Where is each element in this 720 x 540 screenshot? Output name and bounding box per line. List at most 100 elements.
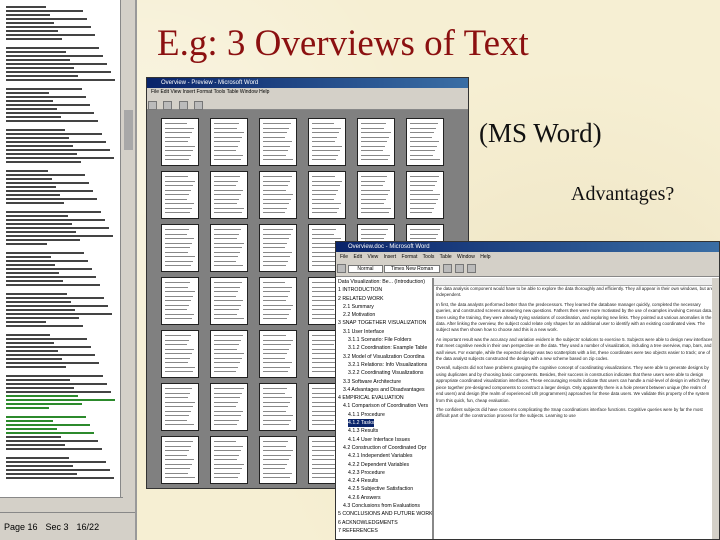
docmap-item[interactable]: 4.1 Comparison of Coordination Vers — [336, 402, 432, 410]
preview-page[interactable] — [210, 224, 248, 272]
preview-menu-bar[interactable]: File Edit View Insert Format Tools Table… — [147, 88, 468, 97]
preview-page[interactable] — [210, 383, 248, 431]
preview-page[interactable] — [161, 383, 199, 431]
docmap-item[interactable]: 5 CONCLUSIONS AND FUTURE WORK — [336, 510, 432, 518]
docmap-item[interactable]: 3.2.2 Coordinating Visualizations — [336, 369, 432, 377]
docmap-item[interactable]: 4.2.4 Results — [336, 477, 432, 485]
scroll-thumb[interactable] — [124, 110, 133, 150]
preview-page[interactable] — [161, 118, 199, 166]
preview-page[interactable] — [406, 171, 444, 219]
docmap-item[interactable]: Data Visualization: Be... (Introduction) — [336, 278, 432, 286]
preview-page[interactable] — [308, 171, 346, 219]
preview-page[interactable] — [161, 224, 199, 272]
docmap-item[interactable]: 3.2.1 Relations: Info Visualizations — [336, 361, 432, 369]
preview-page[interactable] — [161, 171, 199, 219]
preview-page[interactable] — [357, 118, 395, 166]
docmap-item[interactable]: 4.1.3 Results — [336, 427, 432, 435]
menu-view[interactable]: View — [367, 254, 378, 260]
menu-insert[interactable]: Insert — [384, 254, 397, 260]
page-text-line — [165, 441, 193, 442]
page-text-line — [214, 233, 239, 235]
bold-icon[interactable] — [442, 264, 452, 273]
docmap-item-label: 4.1.1 Procedure — [348, 411, 385, 418]
docmap-item[interactable]: 3.2 Model of Visualization Coordina — [336, 353, 432, 361]
page-text-line — [263, 238, 289, 239]
docmap-item[interactable]: 6 ACKNOWLEDGMENTS — [336, 519, 432, 527]
page-text-line — [214, 242, 244, 244]
docmap-item[interactable]: 2.1 Summary — [336, 303, 432, 311]
preview-page[interactable] — [210, 277, 248, 325]
text-line — [6, 321, 46, 323]
menu-edit[interactable]: Edit — [353, 254, 362, 260]
preview-page[interactable] — [210, 330, 248, 378]
preview-page[interactable] — [357, 171, 395, 219]
magnifier-icon[interactable] — [163, 101, 173, 111]
one-page-icon[interactable] — [178, 101, 188, 111]
docmap-item[interactable]: 4.1.2 Tasks — [336, 419, 432, 428]
preview-page[interactable] — [259, 224, 297, 272]
word-vertical-scrollbar[interactable] — [712, 278, 719, 539]
preview-page[interactable] — [259, 118, 297, 166]
vertical-scrollbar[interactable] — [120, 0, 135, 512]
menu-tools[interactable]: Tools — [423, 254, 435, 260]
page-text-line — [165, 256, 195, 257]
menu-table[interactable]: Table — [440, 254, 452, 260]
page-text-line — [312, 176, 335, 177]
docmap-item[interactable]: 4.3 Conclusions from Evaluations — [336, 502, 432, 510]
preview-page[interactable] — [259, 171, 297, 219]
preview-page[interactable] — [259, 330, 297, 378]
page-text-line — [214, 304, 241, 306]
menu-help[interactable]: Help — [480, 254, 490, 260]
formatting-toolbar: Normal Times New Roman — [336, 262, 719, 277]
docmap-item[interactable]: 4.2 Construction of Coordinated Opr — [336, 444, 432, 452]
docmap-item[interactable]: 4.2.1 Independent Variables — [336, 452, 432, 460]
docmap-item[interactable]: 4.2.6 Answers — [336, 494, 432, 502]
page-text-line — [263, 212, 285, 213]
print-icon[interactable] — [148, 101, 157, 111]
docmap-item[interactable]: 1 INTRODUCTION — [336, 286, 432, 294]
docmap-item[interactable]: 4.1.1 Procedure — [336, 411, 432, 419]
preview-page[interactable] — [259, 277, 297, 325]
underline-icon[interactable] — [467, 264, 477, 273]
preview-page[interactable] — [308, 118, 346, 166]
italic-icon[interactable] — [455, 264, 465, 273]
docmap-item[interactable]: 4.2.5 Subjective Satisfaction — [336, 485, 432, 493]
docmap-item[interactable]: 3.1.2 Coordination: Example Table — [336, 344, 432, 352]
docmap-item[interactable]: 4 EMPIRICAL EVALUATION — [336, 394, 432, 402]
preview-page[interactable] — [161, 330, 199, 378]
docmap-item[interactable]: 7 REFERENCES — [336, 527, 432, 535]
docmap-item[interactable]: 2.2 Motivation — [336, 311, 432, 319]
style-select[interactable]: Normal — [348, 264, 383, 273]
docmap-item[interactable]: 3.3 Software Architecture — [336, 378, 432, 386]
preview-page[interactable] — [161, 436, 199, 484]
new-doc-icon[interactable] — [337, 264, 346, 273]
docmap-item[interactable]: 2 RELATED WORK — [336, 295, 432, 303]
multiple-pages-icon[interactable] — [194, 101, 204, 111]
menu-window[interactable]: Window — [457, 254, 475, 260]
docmap-item[interactable]: 3.4 Advantages and Disadvantages — [336, 386, 432, 394]
docmap-item[interactable]: 4.2.3 Procedure — [336, 469, 432, 477]
docmap-item[interactable]: 4.1.4 User Interface Issues — [336, 436, 432, 444]
preview-page[interactable] — [161, 277, 199, 325]
page-text-line — [263, 468, 285, 469]
docmap-item[interactable]: 3.1.1 Scenario: File Folders — [336, 336, 432, 344]
docmap-item[interactable]: 3 SNAP TOGETHER VISUALIZATION — [336, 319, 432, 327]
preview-page[interactable] — [259, 383, 297, 431]
preview-page[interactable] — [210, 436, 248, 484]
preview-page[interactable] — [210, 171, 248, 219]
font-select[interactable]: Times New Roman — [383, 264, 441, 273]
menu-file[interactable]: File — [340, 254, 348, 260]
docmap-item[interactable]: 4.2.2 Dependent Variables — [336, 461, 432, 469]
preview-page[interactable] — [210, 118, 248, 166]
page-text-line — [312, 392, 337, 394]
menu-format[interactable]: Format — [402, 254, 418, 260]
page-text-line — [214, 463, 244, 465]
page-text-line — [263, 127, 289, 129]
page-text-line — [312, 136, 337, 138]
docmap-item[interactable]: 3.1 User Interface — [336, 328, 432, 336]
page-text-line — [410, 212, 432, 213]
preview-page[interactable] — [259, 436, 297, 484]
preview-page[interactable] — [406, 118, 444, 166]
document-body[interactable]: the data analysis component would have t… — [436, 286, 714, 539]
page-text-line — [214, 353, 244, 354]
